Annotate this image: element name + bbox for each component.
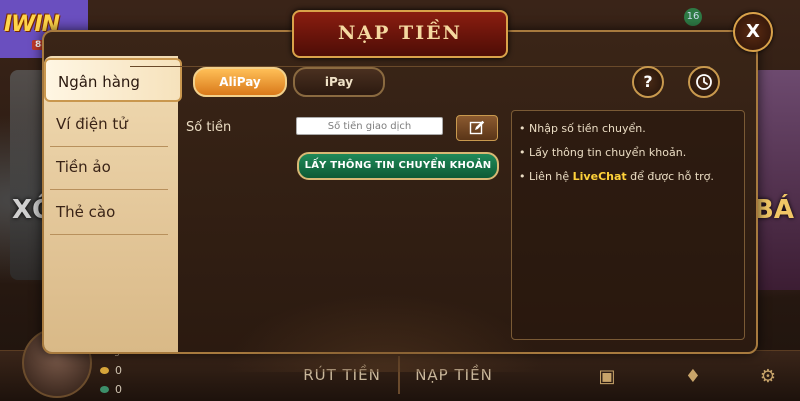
- instruction-text-2: Lấy thông tin chuyển khoản.: [529, 146, 687, 159]
- sidebar-item-bank[interactable]: Ngân hàng: [44, 58, 182, 102]
- tab-alipay[interactable]: AliPay: [193, 67, 287, 97]
- instruction-text-3-suffix: để được hỗ trợ.: [626, 170, 714, 183]
- instructions-panel: • Nhập số tiền chuyển. • Lấy thông tin c…: [511, 110, 745, 340]
- game-card-right[interactable]: [752, 70, 800, 290]
- amount-input[interactable]: [296, 117, 443, 135]
- get-transfer-info-button[interactable]: LẤY THÔNG TIN CHUYỂN KHOẢN: [297, 152, 499, 180]
- top-badge: 16: [684, 8, 702, 26]
- gold-balance-value: 0: [115, 364, 122, 377]
- edit-amount-button[interactable]: [456, 115, 498, 141]
- close-button[interactable]: X: [733, 12, 773, 52]
- instruction-line-2: • Lấy thông tin chuyển khoản.: [519, 146, 687, 159]
- silver-balance-value: 0: [115, 383, 122, 396]
- bell-icon[interactable]: ♦: [680, 366, 706, 388]
- silver-coin-icon: [100, 386, 109, 393]
- instruction-text-3-prefix: Liên hệ: [529, 170, 573, 183]
- modal-title-plate: NẠP TIỀN: [292, 10, 508, 58]
- sidebar-divider: [50, 234, 168, 235]
- sidebar-item-card[interactable]: Thẻ cào: [44, 190, 174, 234]
- edit-pencil-icon: [469, 120, 485, 135]
- game-card-right-label: BÁ: [754, 195, 794, 225]
- help-button[interactable]: ?: [632, 66, 664, 98]
- modal-title: NẠP TIỀN: [338, 22, 462, 44]
- silver-balance: 0: [100, 383, 122, 396]
- sidebar-item-ewallet[interactable]: Ví điện tử: [44, 102, 174, 146]
- decorative-landscape: [224, 292, 544, 372]
- settings-gear-icon[interactable]: ⚙: [755, 366, 781, 388]
- ticket-icon[interactable]: ▣: [594, 366, 620, 388]
- instruction-line-3: • Liên hệ LiveChat để được hỗ trợ.: [519, 170, 714, 183]
- tab-ipay[interactable]: iPay: [293, 67, 385, 97]
- gold-coin-icon: [100, 367, 109, 374]
- question-icon: ?: [643, 72, 653, 91]
- instruction-text-1: Nhập số tiền chuyển.: [529, 122, 646, 135]
- history-button[interactable]: [688, 66, 720, 98]
- payment-method-sidebar: Ngân hàng Ví điện tử Tiền ảo Thẻ cào: [44, 56, 182, 352]
- sidebar-item-crypto[interactable]: Tiền ảo: [44, 145, 174, 189]
- instruction-line-1: • Nhập số tiền chuyển.: [519, 122, 646, 135]
- amount-label: Số tiền: [186, 120, 232, 135]
- livechat-link[interactable]: LiveChat: [573, 170, 627, 183]
- history-clock-icon: [696, 74, 712, 90]
- gold-balance: 0: [100, 364, 122, 377]
